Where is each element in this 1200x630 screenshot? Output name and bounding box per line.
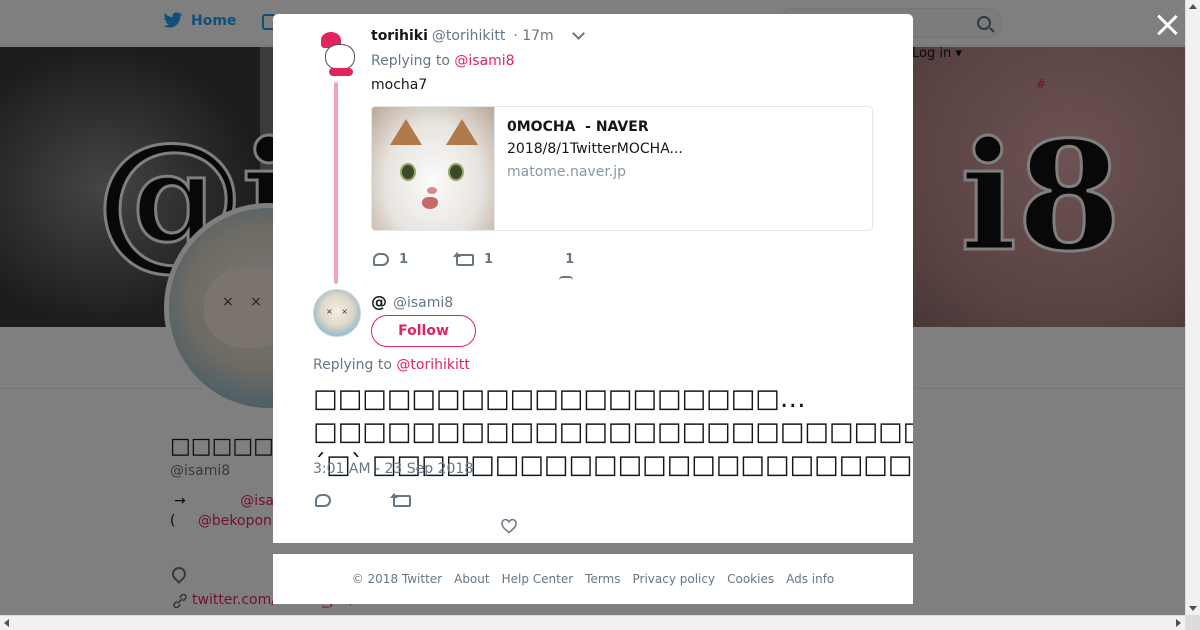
cat-nose	[427, 187, 437, 194]
tweet1-author-name[interactable]: torihiki	[371, 28, 428, 44]
scroll-down-arrow-icon[interactable]	[1189, 606, 1197, 611]
link-card-cat-image	[372, 107, 495, 230]
footer-link-about[interactable]: About	[454, 572, 489, 586]
retweet-count: 1	[484, 252, 494, 267]
tweet1-timestamp[interactable]: · 17m	[513, 28, 553, 44]
footer-link-help-center[interactable]: Help Center	[502, 572, 574, 586]
tweet1-author-handle[interactable]: @torihikitt	[432, 28, 505, 44]
avatar-face	[325, 44, 355, 70]
close-icon[interactable]	[1155, 13, 1179, 37]
heart-icon[interactable]	[559, 276, 573, 280]
tweet-modal: torihiki @torihikitt · 17m Replying to @…	[273, 14, 913, 543]
avatar-torihiki[interactable]	[315, 30, 363, 78]
replying-to-mention[interactable]: @torihikitt	[396, 357, 469, 373]
reply-icon	[315, 494, 331, 507]
tweet2-author-handle[interactable]: @isami8	[393, 295, 453, 311]
scrollbar-corner	[1185, 615, 1200, 630]
cat-ear-right	[446, 119, 478, 145]
avatar-feet	[329, 68, 353, 76]
chevron-down-icon[interactable]	[571, 27, 585, 40]
link-card-title: 0MOCHA - NAVER	[507, 119, 649, 135]
replying-to-mention[interactable]: @isami8	[454, 53, 514, 69]
scroll-up-arrow-icon[interactable]	[1189, 4, 1197, 9]
replying-to-prefix: Replying to	[313, 357, 392, 373]
tweet1-text: mocha7	[371, 77, 428, 93]
retweet-button[interactable]	[390, 492, 411, 507]
tweet1-header: torihiki @torihikitt · 17m	[371, 27, 585, 44]
tweet2-actions	[315, 492, 411, 507]
replying-to-prefix: Replying to	[371, 53, 450, 69]
reply-button[interactable]: 1	[373, 252, 408, 267]
avatar-isami8[interactable]	[313, 289, 361, 337]
reply-count: 1	[399, 252, 409, 267]
footer-copyright: © 2018 Twitter	[351, 572, 443, 586]
footer-link-terms[interactable]: Terms	[585, 572, 620, 586]
retweet-icon	[453, 251, 475, 266]
heart-icon[interactable]	[501, 519, 517, 534]
cat-eye-right	[448, 163, 464, 181]
cat-mouth	[422, 197, 438, 209]
tweet2-replying-to: Replying to @torihikitt	[313, 357, 470, 373]
footer: © 2018 Twitter About Help Center Terms P…	[273, 554, 913, 604]
scroll-left-arrow-icon[interactable]	[4, 619, 9, 627]
tweet2-timestamp[interactable]: 3:01 AM - 23 Sep 2018	[313, 461, 473, 477]
horizontal-scrollbar[interactable]	[0, 615, 1185, 630]
footer-link-privacy[interactable]: Privacy policy	[633, 572, 716, 586]
footer-link-cookies[interactable]: Cookies	[727, 572, 774, 586]
like-button[interactable]: 1	[565, 252, 574, 267]
footer-link-ads-info[interactable]: Ads info	[786, 572, 834, 586]
tweet1-actions: 1 1 1	[373, 251, 574, 267]
link-card[interactable]: 0MOCHA - NAVER 2018/8/1TwitterMOCHA... m…	[371, 106, 873, 231]
cat-ear-left	[390, 119, 422, 145]
scroll-right-arrow-icon[interactable]	[1176, 619, 1181, 627]
reply-button[interactable]	[315, 494, 331, 507]
retweet-button[interactable]: 1	[453, 251, 494, 267]
vertical-scrollbar[interactable]	[1185, 0, 1200, 615]
tweet1-replying-to: Replying to @isami8	[371, 53, 515, 69]
link-card-description: 2018/8/1TwitterMOCHA...	[507, 141, 683, 157]
follow-button[interactable]: Follow	[371, 315, 476, 347]
reply-icon	[373, 253, 389, 266]
tweet2-author-name[interactable]: @	[371, 292, 387, 311]
link-card-domain: matome.naver.jp	[507, 164, 627, 180]
tweet2-header: @ @isami8	[371, 292, 453, 311]
cat-eye-left	[400, 163, 416, 181]
like-count: 1	[565, 252, 575, 267]
thread-connector-line	[334, 82, 338, 284]
retweet-icon	[390, 492, 411, 507]
